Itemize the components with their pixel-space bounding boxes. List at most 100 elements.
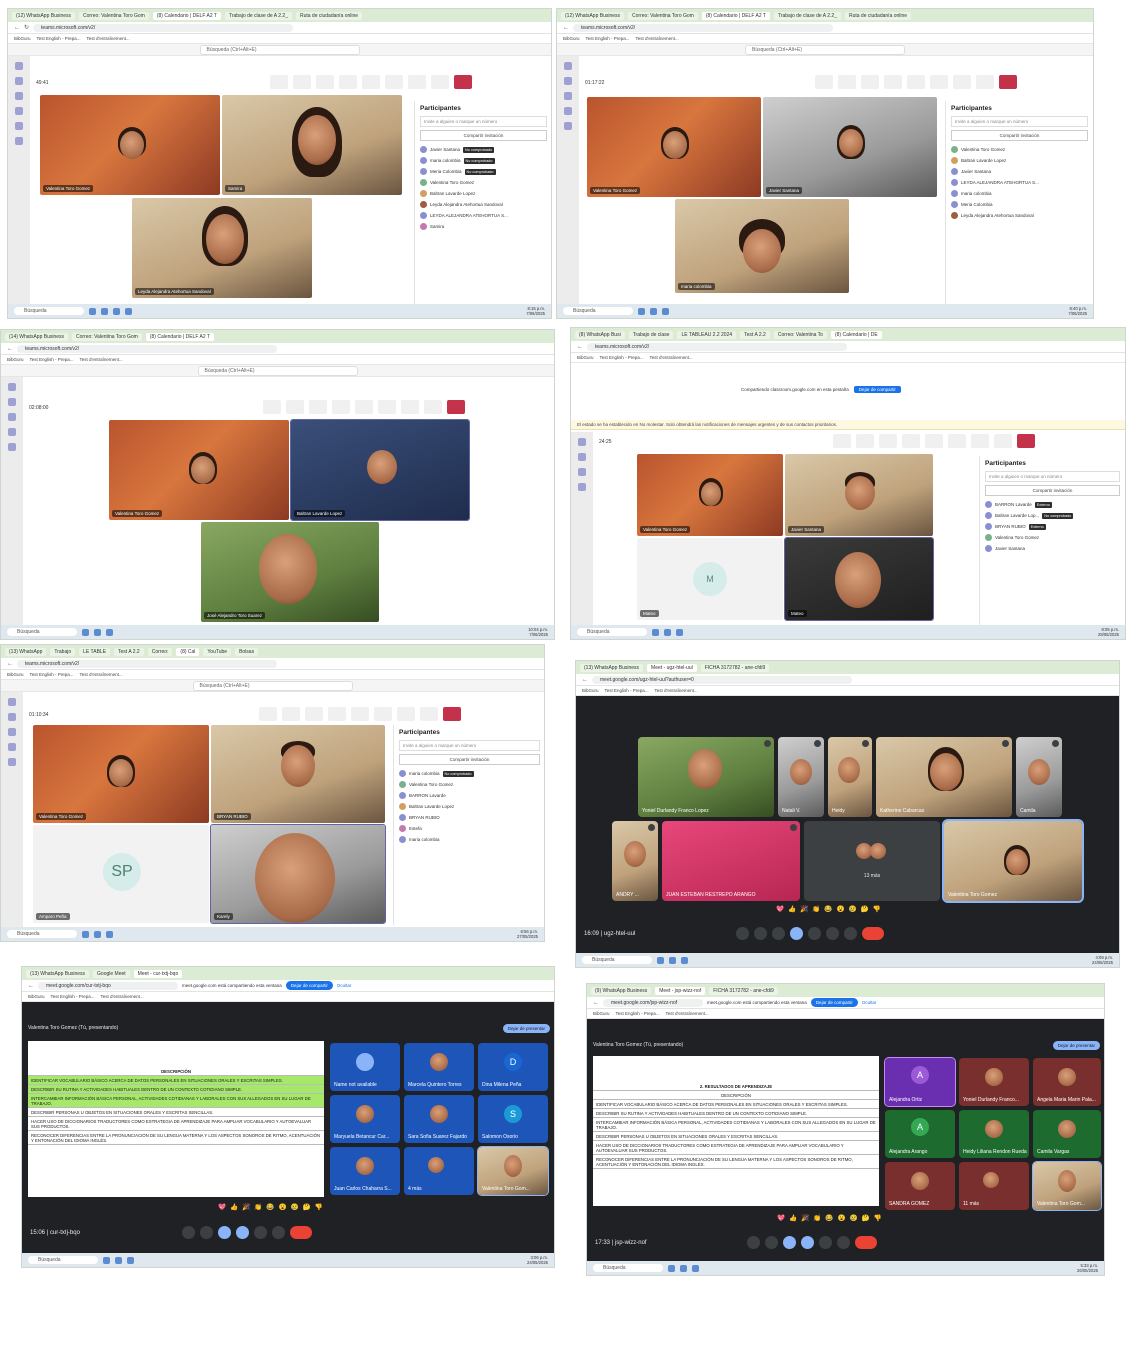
camera-button[interactable] xyxy=(754,927,767,940)
video-tile[interactable]: Valentina Toro Gomez xyxy=(637,454,783,536)
teams-icon[interactable] xyxy=(8,728,16,736)
browser-tab[interactable]: Correo: xyxy=(147,647,173,656)
taskbar-app-icon[interactable] xyxy=(652,628,659,636)
activity-icon[interactable] xyxy=(8,698,16,706)
chrome-icon[interactable] xyxy=(681,956,688,964)
share-invite-button[interactable]: Compartir invitación xyxy=(985,485,1120,496)
taskbar-search[interactable]: Búsqueda xyxy=(582,956,652,964)
teams-icon[interactable] xyxy=(564,92,572,100)
leave-call-button[interactable] xyxy=(290,1226,312,1239)
video-tile[interactable]: A Alejandra Ortiz xyxy=(884,1057,956,1107)
browser-tab[interactable]: Correo: Valentina To xyxy=(773,330,827,339)
react-button[interactable] xyxy=(332,400,350,414)
reaction-party[interactable]: 🎉 xyxy=(801,1214,809,1222)
browser-tab[interactable]: (9) WhatsApp Business xyxy=(591,986,652,995)
back-icon[interactable]: ← xyxy=(582,677,588,683)
bookmark-item[interactable]: Test d'entraînement... xyxy=(650,355,693,360)
view-button[interactable] xyxy=(351,707,369,721)
mic-button[interactable] xyxy=(182,1226,195,1239)
taskbar-app-icon[interactable] xyxy=(113,307,120,315)
reaction-party[interactable]: 🎉 xyxy=(242,1203,250,1211)
taskbar-app-icon[interactable] xyxy=(89,307,96,315)
reaction-thinking[interactable]: 🤔 xyxy=(303,1203,311,1211)
share-invite-button[interactable]: Compartir invitación xyxy=(399,754,540,765)
chrome-icon[interactable] xyxy=(662,307,669,315)
video-tile[interactable]: D Dina Milena Peña xyxy=(478,1043,548,1091)
participant-row[interactable]: BARRON Lavarde xyxy=(399,790,540,801)
chat-icon[interactable] xyxy=(564,77,572,85)
video-tile[interactable]: Valentina Toro Gomez xyxy=(109,420,289,520)
mic-button[interactable] xyxy=(971,434,989,448)
raise-hand-button[interactable] xyxy=(272,1226,285,1239)
reaction-clap[interactable]: 👏 xyxy=(812,905,820,913)
camera-button[interactable] xyxy=(200,1226,213,1239)
calls-icon[interactable] xyxy=(15,122,23,130)
raise-hand-button[interactable] xyxy=(309,400,327,414)
camera-button[interactable] xyxy=(765,1236,778,1249)
captions-button[interactable] xyxy=(254,1226,267,1239)
apps-icon[interactable] xyxy=(15,137,23,145)
more-participants-tile[interactable]: 4 más xyxy=(404,1147,474,1195)
reaction-heart[interactable]: 💖 xyxy=(776,905,784,913)
browser-tab[interactable]: Ruta de ciudadanía online xyxy=(295,11,363,20)
chrome-icon[interactable] xyxy=(692,1264,699,1272)
video-tile[interactable]: Heidy xyxy=(828,737,872,817)
browser-tab[interactable]: (8) Calendario | DELF A2 T xyxy=(152,11,221,20)
browser-tab[interactable]: (12) WhatsApp Business xyxy=(12,11,76,20)
teams-search-input[interactable]: Búsqueda (Ctrl+Alt+E) xyxy=(197,365,358,376)
chat-button[interactable] xyxy=(815,75,833,89)
video-tile[interactable]: Name not available xyxy=(330,1043,400,1091)
share-invite-button[interactable]: Compartir invitación xyxy=(420,130,547,141)
participant-row[interactable]: Javier Santana No comprobado xyxy=(420,144,547,155)
stop-sharing-button[interactable]: Dejar de compartir xyxy=(853,385,901,393)
chrome-icon[interactable] xyxy=(106,930,113,938)
participant-row[interactable]: LEYDA ALEJANDRA ATEHORTUA S... xyxy=(420,210,547,221)
browser-tab[interactable]: LE TABLE xyxy=(79,647,111,656)
reload-icon[interactable]: ↻ xyxy=(24,24,29,31)
invite-input[interactable]: Invite a alguien o marque un número xyxy=(985,471,1120,482)
teams-search-input[interactable]: Búsqueda (Ctrl+Alt+E) xyxy=(745,44,905,55)
mic-button[interactable] xyxy=(408,75,426,89)
present-button[interactable] xyxy=(808,927,821,940)
taskbar-search[interactable]: Búsqueda xyxy=(7,930,77,938)
browser-tab[interactable]: Correo: Valentina Toro Gom xyxy=(79,11,149,20)
chat-icon[interactable] xyxy=(15,77,23,85)
bookmark-item[interactable]: Test English - Prepa... xyxy=(30,357,74,362)
apps-icon[interactable] xyxy=(564,122,572,130)
participant-row[interactable]: maria colombia xyxy=(951,188,1088,199)
video-tile[interactable]: Yoniel Durlandy Franco Lopez xyxy=(638,737,774,817)
taskbar-app-icon[interactable] xyxy=(94,930,101,938)
back-icon[interactable]: ← xyxy=(593,1000,599,1006)
video-tile[interactable]: Marcela Quintero Torres xyxy=(404,1043,474,1091)
browser-tab[interactable]: (8) Calendario | DELF A2 T xyxy=(145,332,214,341)
raise-hand-button[interactable] xyxy=(305,707,323,721)
bookmark-item[interactable]: Test English - Prepa... xyxy=(586,36,630,41)
reaction-laugh[interactable]: 😂 xyxy=(266,1203,274,1211)
browser-tab[interactable]: Correo: Valentina Toro Gom xyxy=(628,11,698,20)
taskbar-app-icon[interactable] xyxy=(82,628,89,636)
leave-button[interactable] xyxy=(447,400,465,414)
video-tile[interactable]: Valentina Toro Gomez xyxy=(587,97,761,197)
browser-tab[interactable]: Meet - jsp-wizz-nof xyxy=(655,986,706,995)
bookmark-item[interactable]: BibGuru xyxy=(593,1011,610,1016)
view-button[interactable] xyxy=(907,75,925,89)
activity-icon[interactable] xyxy=(564,62,572,70)
people-button[interactable] xyxy=(286,400,304,414)
taskbar-search[interactable]: Búsqueda xyxy=(577,628,647,636)
participant-row[interactable]: Baltran Lavarde Lopez xyxy=(951,155,1088,166)
browser-tab[interactable]: Ruta de ciudadanía online xyxy=(844,11,912,20)
taskbar-app-icon[interactable] xyxy=(669,956,676,964)
url-field[interactable]: teams.microsoft.com/v2/ xyxy=(17,659,277,668)
captions-button[interactable] xyxy=(819,1236,832,1249)
browser-tab[interactable]: (13) WhatsApp Business xyxy=(580,663,644,672)
participant-row[interactable]: Estefa xyxy=(399,823,540,834)
mic-button[interactable] xyxy=(401,400,419,414)
camera-button[interactable] xyxy=(374,707,392,721)
reaction-sad[interactable]: 😢 xyxy=(849,905,857,913)
reaction-thumbs-down[interactable]: 👎 xyxy=(873,905,881,913)
react-button[interactable] xyxy=(328,707,346,721)
url-field[interactable]: teams.microsoft.com/v2/ xyxy=(587,342,847,351)
video-tile[interactable]: Angela Maria Marin Pala... xyxy=(1033,1058,1101,1106)
url-field[interactable]: teams.microsoft.com/v2/ xyxy=(33,23,294,32)
video-tile[interactable]: Valentina Toro Gom... xyxy=(1032,1161,1102,1211)
